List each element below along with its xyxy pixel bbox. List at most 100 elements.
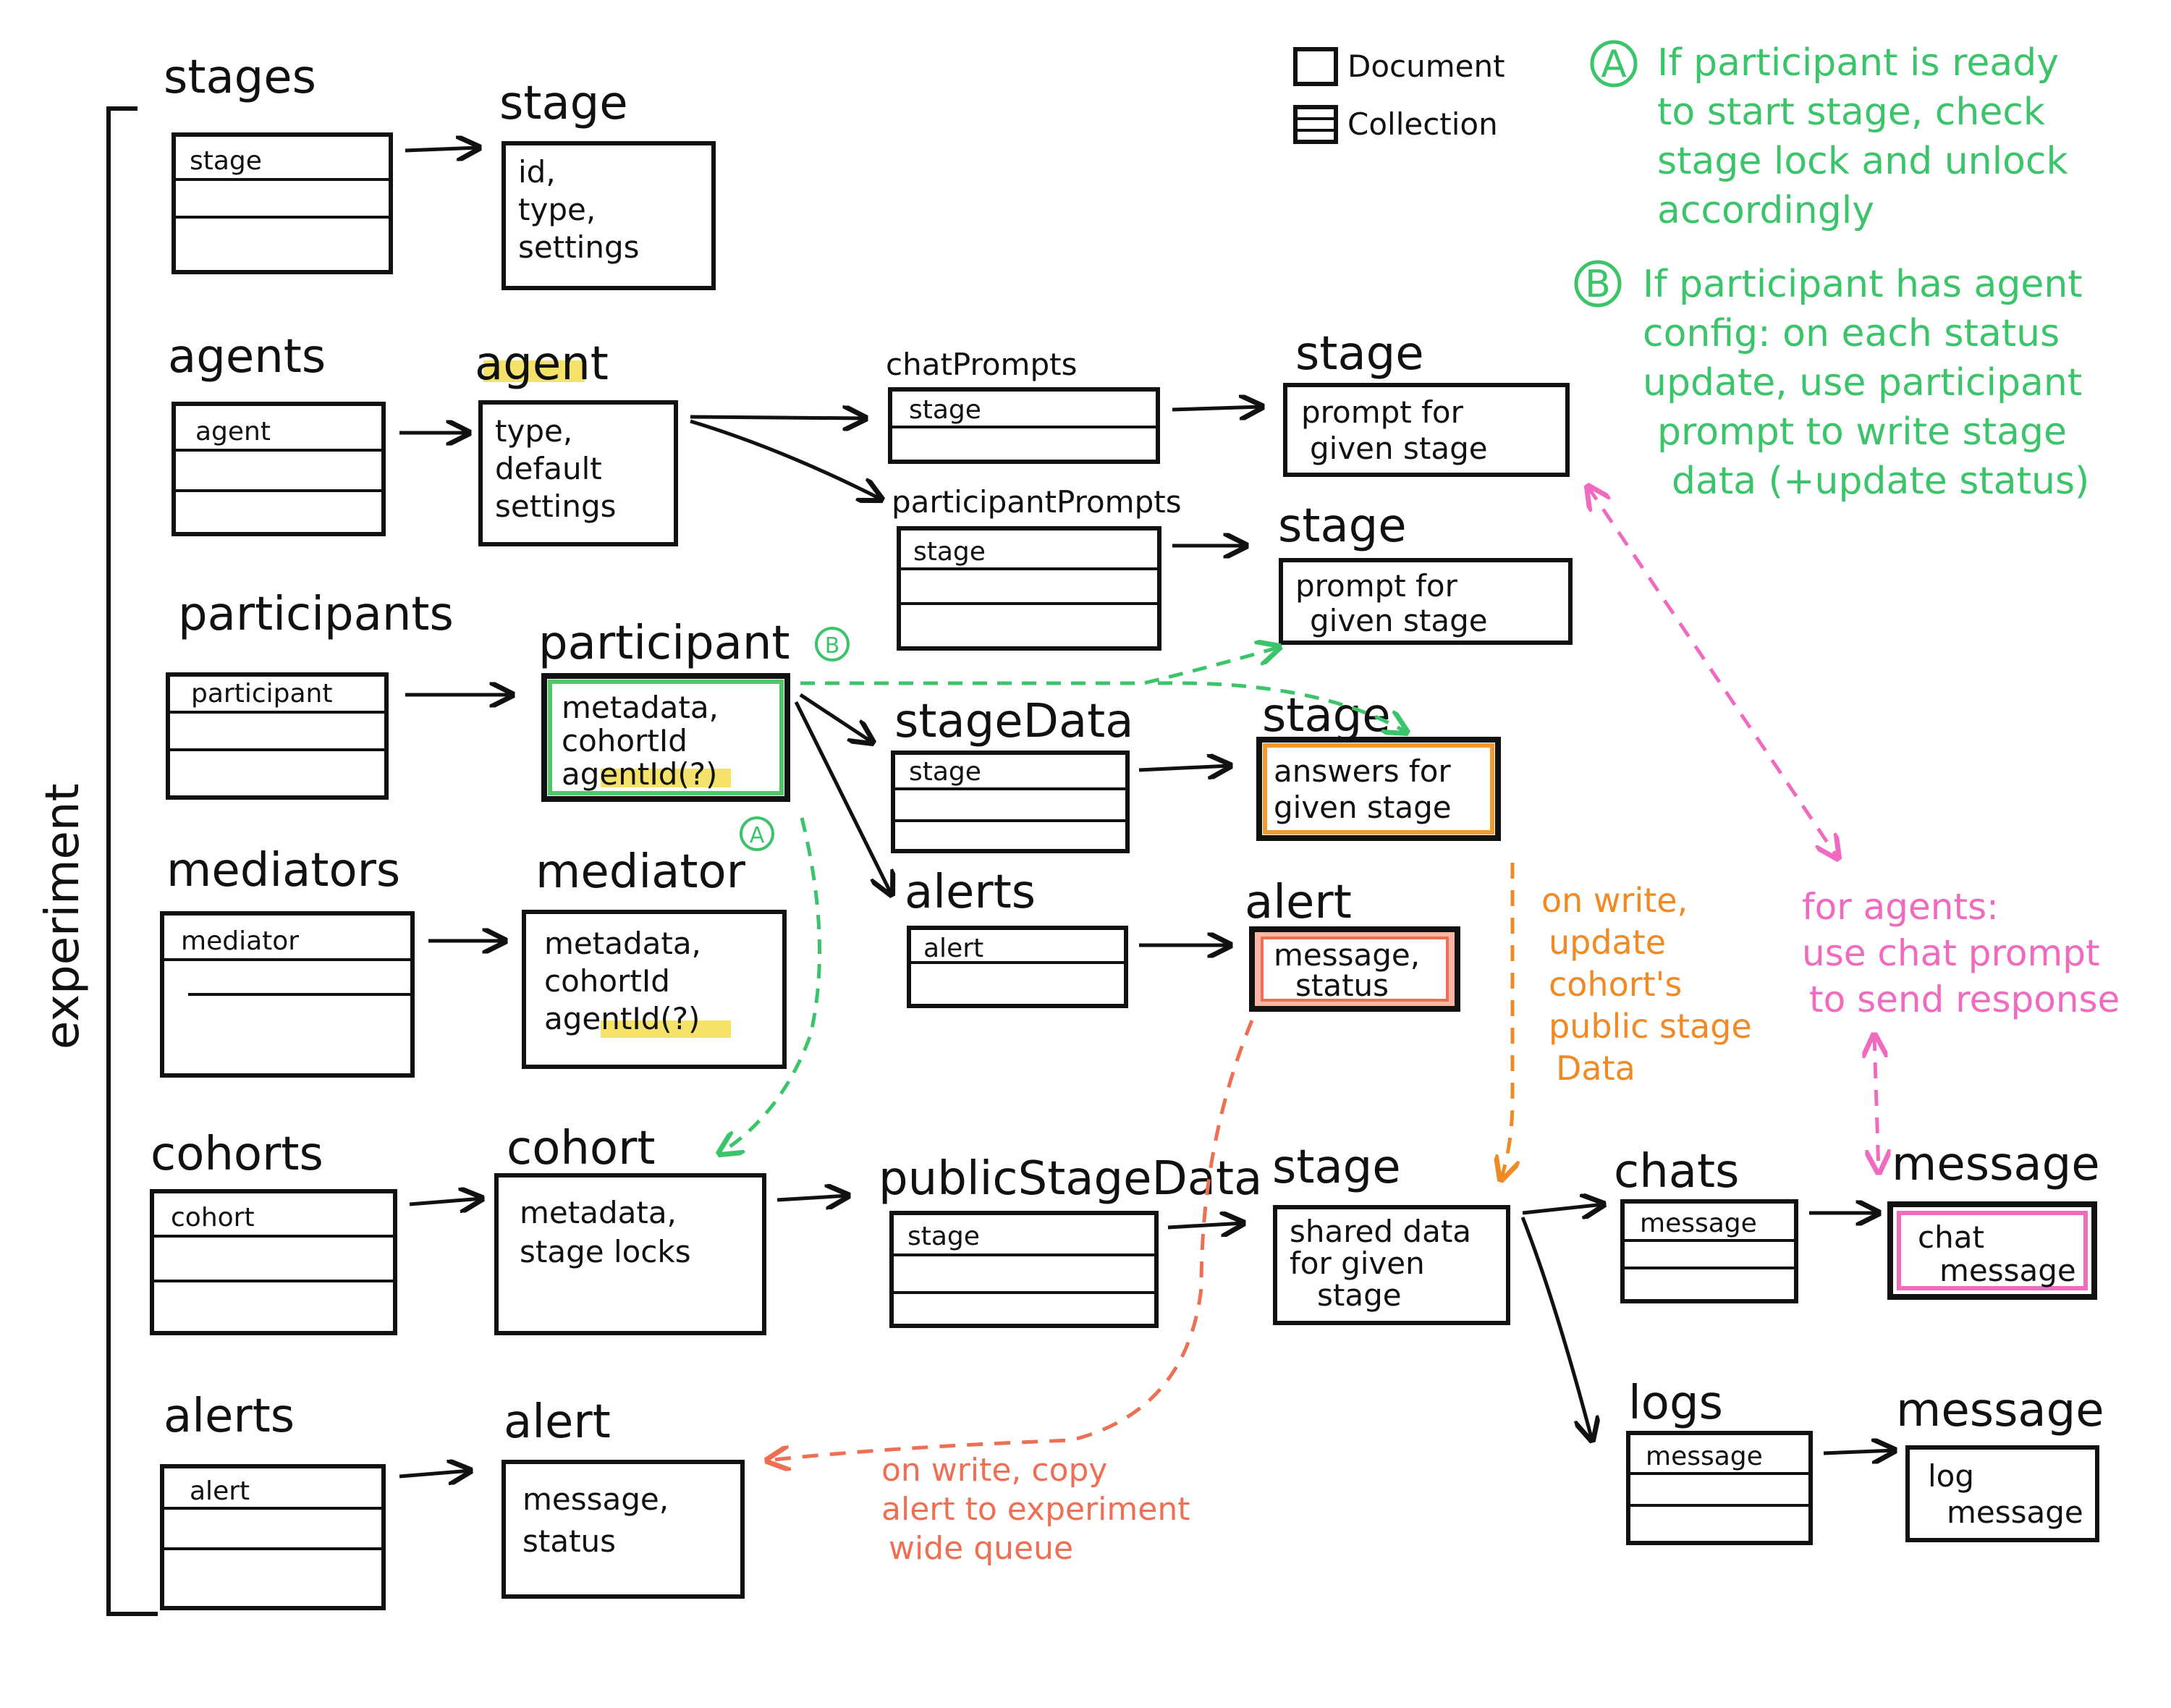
chat-message-title: message <box>1892 1138 2100 1191</box>
note-red-line-3: wide queue <box>889 1530 1073 1567</box>
data-model-diagram: experiment Document Collection A If part… <box>36 40 2120 1616</box>
participant-document-line-3: agentId(?) <box>562 756 717 792</box>
logs-collection-title: logs <box>1628 1377 1723 1430</box>
note-pink-line-1: for agents: <box>1802 886 1999 928</box>
experiment-bracket: experiment <box>36 106 158 1616</box>
note-b-line-2: config: on each status <box>1643 312 2060 355</box>
alerts-collection: alert <box>160 1464 386 1610</box>
mediators-collection: mediator <box>160 911 415 1078</box>
stagedata-collection-title: stageData <box>894 695 1133 748</box>
alert-document-title: alert <box>504 1395 611 1449</box>
b-to-participantprompt-dashed-arrow <box>800 647 1279 685</box>
agents-collection: agent <box>172 402 386 536</box>
document-legend-label: Document <box>1347 48 1505 84</box>
stages-collection-title: stages <box>164 51 316 104</box>
alert-document-line-1: message, <box>522 1481 669 1517</box>
log-message-line-2: message <box>1947 1494 2083 1530</box>
participant-alert-title: alert <box>1245 876 1352 929</box>
publicstagedata-collection-item: stage <box>907 1222 980 1251</box>
stagedata-stage-line-2: given stage <box>1274 790 1452 825</box>
note-to-chatmessage-dashed-arrow <box>1874 1035 1879 1172</box>
note-a: A If participant is ready to start stage… <box>1590 40 2068 232</box>
participant-document: metadata, cohortId agentId(?) <box>541 673 790 802</box>
mediator-document: metadata, cohortId agentId(?) <box>522 910 787 1069</box>
stagedata-collection-item: stage <box>909 757 981 787</box>
note-orange-line-3: cohort's <box>1549 965 1682 1004</box>
participantprompts-collection-title: participantPrompts <box>892 484 1182 520</box>
legend: Document Collection <box>1293 47 1505 144</box>
note-orange: on write, update cohort's public stage D… <box>1541 881 1752 1088</box>
note-b-line-5: data (+update status) <box>1672 460 2089 503</box>
agent-document-line-2: default <box>495 451 602 486</box>
note-orange-line-4: public stage <box>1549 1007 1752 1046</box>
note-b-line-4: prompt to write stage <box>1657 410 2067 454</box>
agent-document: type, default settings <box>478 400 678 546</box>
cohort-document-line-1: metadata, <box>520 1195 677 1230</box>
log-message-document: log message <box>1905 1445 2099 1542</box>
participant-alert-line-2: status <box>1295 968 1389 1003</box>
note-b: B If participant has agent config: on ea… <box>1574 260 2089 503</box>
chats-collection-title: chats <box>1614 1145 1739 1198</box>
alerts-collection-title: alerts <box>164 1390 295 1443</box>
participant-alerts-collection: alert <box>907 926 1128 1008</box>
participants-collection-title: participants <box>178 588 454 641</box>
cohorts-collection: cohort <box>150 1189 397 1335</box>
participant-alerts-collection-item: alert <box>923 934 983 963</box>
logs-collection-item: message <box>1646 1442 1763 1471</box>
chatprompt-stage-document: prompt for given stage <box>1283 383 1570 477</box>
chatprompt-stage-title: stage <box>1295 327 1424 381</box>
chatprompt-stage-line-1: prompt for <box>1301 394 1464 430</box>
chats-collection-item: message <box>1640 1209 1757 1238</box>
stage-document-line-3: settings <box>518 229 640 265</box>
participant-to-alerts-arrow <box>794 701 892 895</box>
participants-collection-item: participant <box>191 679 332 709</box>
cohorts-collection-title: cohorts <box>151 1128 323 1181</box>
stage-document-title: stage <box>499 77 628 130</box>
stagedata-stage-document: answers for given stage <box>1256 737 1501 841</box>
note-pink-line-2: use chat prompt <box>1802 932 2100 974</box>
mediator-document-title: mediator <box>536 845 746 899</box>
document-legend-swatch <box>1293 47 1338 86</box>
logs-collection: message <box>1626 1431 1813 1545</box>
participant-alerts-collection-title: alerts <box>905 866 1036 919</box>
mediators-collection-item: mediator <box>181 926 299 956</box>
stage-document-line-2: type, <box>518 192 596 227</box>
agent-document-line-1: type, <box>495 413 572 449</box>
stage-to-logs-arrow <box>1520 1217 1592 1440</box>
agent-document-title: agent <box>475 337 609 391</box>
note-a-line-2: to start stage, check <box>1657 90 2045 134</box>
participantprompts-collection-item: stage <box>913 537 986 567</box>
public-stage-title: stage <box>1272 1141 1401 1194</box>
stage-document-line-1: id, <box>518 154 556 190</box>
alerts-to-alert-document-arrow <box>399 1471 470 1476</box>
b-marker: B <box>1585 263 1611 306</box>
a-participant-marker: A <box>750 823 765 848</box>
participantprompt-stage-document: prompt for given stage <box>1279 558 1573 645</box>
alerts-collection-item: alert <box>190 1476 250 1506</box>
participant-document-line-2: cohortId <box>562 723 687 758</box>
stagedata-stage-title: stage <box>1262 689 1391 743</box>
stagedata-stage-line-1: answers for <box>1274 753 1451 789</box>
agents-collection-item: agent <box>195 417 271 447</box>
chatprompt-stage-line-2: given stage <box>1310 431 1488 466</box>
experiment-label: experiment <box>36 783 90 1049</box>
note-red-line-1: on write, copy <box>881 1452 1107 1489</box>
note-pink: for agents: use chat prompt to send resp… <box>1802 886 2120 1020</box>
chatprompts-to-stage-arrow <box>1172 407 1262 410</box>
note-b-line-1: If participant has agent <box>1643 263 2083 306</box>
note-red: on write, copy alert to experiment wide … <box>881 1452 1190 1567</box>
stage-to-chats-arrow <box>1522 1204 1604 1213</box>
chatprompt-to-note-dashed-arrow <box>1588 486 1838 858</box>
participant-document-title: participant <box>538 617 790 670</box>
stagedata-to-publicstage-dashed-arrow <box>1501 863 1512 1180</box>
cohort-document: metadata, stage locks <box>494 1173 766 1335</box>
cohort-to-publicstagedata-arrow <box>776 1196 848 1200</box>
stagedata-to-stage-arrow <box>1138 766 1230 770</box>
cohort-document-line-2: stage locks <box>520 1234 691 1269</box>
chat-message-document: chat message <box>1887 1201 2097 1300</box>
note-orange-line-1: on write, <box>1541 881 1688 920</box>
participantprompts-collection: stage <box>897 526 1161 651</box>
collection-legend-label: Collection <box>1347 106 1498 142</box>
agent-document-line-3: settings <box>495 489 617 524</box>
participants-collection: participant <box>166 672 389 800</box>
